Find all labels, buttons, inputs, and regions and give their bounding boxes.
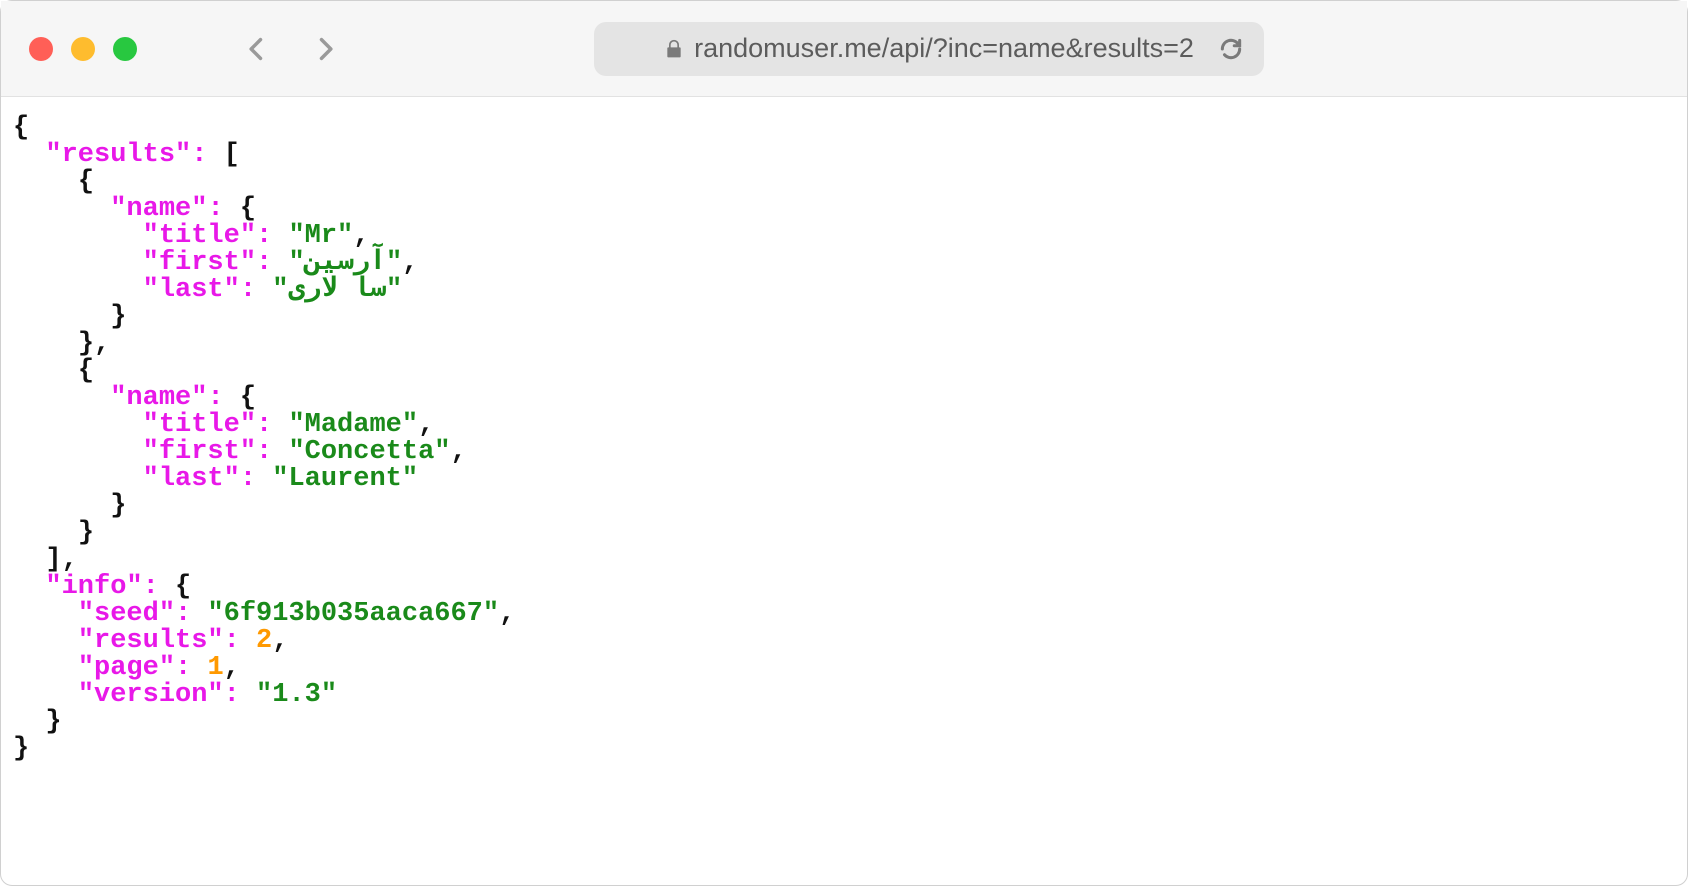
colon: : <box>175 599 191 629</box>
json-string: "1.3" <box>256 680 337 710</box>
brace: { <box>175 572 191 602</box>
json-viewer: { "results": [ { "name": { "title": "Mr"… <box>13 115 1675 763</box>
comma: , <box>272 626 288 656</box>
brace: { <box>240 194 256 224</box>
colon: : <box>256 221 272 251</box>
json-key: "title" <box>143 410 256 440</box>
json-string: "6f913b035aaca667" <box>207 599 499 629</box>
json-key: "title" <box>143 221 256 251</box>
brace: } <box>13 734 29 764</box>
colon: : <box>240 464 256 494</box>
json-string: "Mr" <box>288 221 353 251</box>
address-bar[interactable]: randomuser.me/api/?inc=name&results=2 <box>594 22 1264 76</box>
brace: } <box>110 302 126 332</box>
json-key: "last" <box>143 464 240 494</box>
json-key: "info" <box>45 572 142 602</box>
window-controls <box>29 37 137 61</box>
json-string: "Madame" <box>288 410 418 440</box>
colon: : <box>240 275 256 305</box>
bracket: [ <box>224 140 240 170</box>
brace: }, <box>78 329 110 359</box>
json-key: "version" <box>78 680 224 710</box>
close-window-button[interactable] <box>29 37 53 61</box>
json-key: "seed" <box>78 599 175 629</box>
json-key: "name" <box>110 383 207 413</box>
comma: , <box>450 437 466 467</box>
page-content: { "results": [ { "name": { "title": "Mr"… <box>1 97 1687 885</box>
colon: : <box>256 437 272 467</box>
json-string: "آرسین" <box>288 248 402 278</box>
brace: } <box>78 518 94 548</box>
maximize-window-button[interactable] <box>113 37 137 61</box>
brace: } <box>110 491 126 521</box>
back-button[interactable] <box>243 35 271 63</box>
comma: , <box>353 221 369 251</box>
brace: { <box>78 167 94 197</box>
comma: , <box>224 653 240 683</box>
brace: { <box>13 113 29 143</box>
colon: : <box>143 572 159 602</box>
bracket: ], <box>45 545 77 575</box>
comma: , <box>499 599 515 629</box>
address-area: randomuser.me/api/?inc=name&results=2 <box>339 22 1659 76</box>
colon: : <box>224 680 240 710</box>
comma: , <box>402 248 418 278</box>
colon: : <box>207 383 223 413</box>
colon: : <box>224 626 240 656</box>
json-key: "results" <box>78 626 224 656</box>
minimize-window-button[interactable] <box>71 37 95 61</box>
reload-button[interactable] <box>1218 36 1244 62</box>
json-string: "Concetta" <box>288 437 450 467</box>
lock-icon <box>664 39 684 59</box>
colon: : <box>207 194 223 224</box>
json-string: "Laurent" <box>272 464 418 494</box>
colon: : <box>175 653 191 683</box>
forward-button[interactable] <box>311 35 339 63</box>
json-string: "سا لاری" <box>272 275 402 305</box>
json-number: 1 <box>207 653 223 683</box>
json-key: "first" <box>143 248 256 278</box>
brace: { <box>240 383 256 413</box>
brace: { <box>78 356 94 386</box>
comma: , <box>418 410 434 440</box>
json-key: "name" <box>110 194 207 224</box>
json-key: "first" <box>143 437 256 467</box>
json-key: "page" <box>78 653 175 683</box>
colon: : <box>191 140 207 170</box>
json-key: "results" <box>45 140 191 170</box>
colon: : <box>256 410 272 440</box>
url-text: randomuser.me/api/?inc=name&results=2 <box>694 33 1194 64</box>
navigation-buttons <box>243 35 339 63</box>
brace: } <box>45 707 61 737</box>
colon: : <box>256 248 272 278</box>
browser-toolbar: randomuser.me/api/?inc=name&results=2 <box>1 1 1687 97</box>
json-key: "last" <box>143 275 240 305</box>
json-number: 2 <box>256 626 272 656</box>
